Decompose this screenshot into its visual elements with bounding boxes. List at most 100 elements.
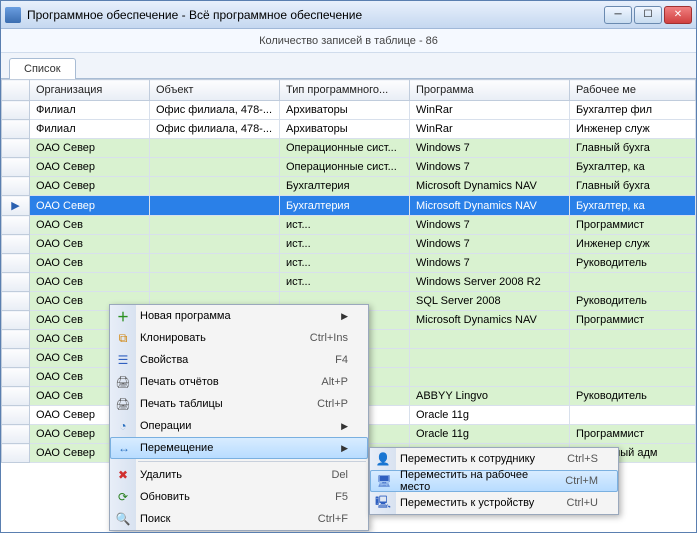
app-window: Программное обеспечение - Всё программно… <box>0 0 697 533</box>
cell: Программист <box>570 425 696 444</box>
row-indicator <box>2 311 30 330</box>
row-indicator: ▶ <box>2 196 30 216</box>
table-row[interactable]: ОАО СеверБухгалтерияMicrosoft Dynamics N… <box>2 177 696 196</box>
row-indicator <box>2 177 30 196</box>
refresh-icon: ⟳ <box>115 489 131 505</box>
close-button[interactable]: ✕ <box>664 6 692 24</box>
record-count-label: Количество записей в таблице - 86 <box>1 29 696 53</box>
submenu-move-employee[interactable]: 👤 Переместить к сотруднику Ctrl+S <box>370 448 618 470</box>
cell: Операционные сист... <box>280 139 410 158</box>
row-indicator <box>2 273 30 292</box>
monitor-icon: 🖥 <box>376 473 392 489</box>
table-row[interactable]: ОАО Севист...Windows 7Инженер служ <box>2 235 696 254</box>
cell: Офис филиала, 478-... <box>150 101 280 120</box>
menu-print-reports[interactable]: 🖨 Печать отчётов Alt+P <box>110 371 368 393</box>
cell <box>150 216 280 235</box>
cell: SQL Server 2008 <box>410 292 570 311</box>
app-icon <box>5 7 21 23</box>
cell: Windows 7 <box>410 216 570 235</box>
menu-refresh[interactable]: ⟳ Обновить F5 <box>110 486 368 508</box>
cell: Oracle 11g <box>410 406 570 425</box>
cell <box>150 139 280 158</box>
cell: Филиал <box>30 101 150 120</box>
table-row[interactable]: ФилиалОфис филиала, 478-...АрхиваторыWin… <box>2 101 696 120</box>
table-row[interactable]: ОАО Севист...Windows 7Руководитель <box>2 254 696 273</box>
cell: Бухгалтерия <box>280 196 410 216</box>
submenu-arrow-icon: ▶ <box>341 311 348 322</box>
row-indicator <box>2 120 30 139</box>
cell: ист... <box>280 254 410 273</box>
menu-search[interactable]: 🔍 Поиск Ctrl+F <box>110 508 368 530</box>
col-workplace[interactable]: Рабочее ме <box>570 80 696 101</box>
row-indicator <box>2 254 30 273</box>
cell <box>570 349 696 368</box>
menu-print-table[interactable]: 🖨 Печать таблицы Ctrl+P <box>110 393 368 415</box>
col-program[interactable]: Программа <box>410 80 570 101</box>
table-row[interactable]: ОАО СеверОперационные сист...Windows 7Гл… <box>2 139 696 158</box>
col-org[interactable]: Организация <box>30 80 150 101</box>
cell: Руководитель <box>570 387 696 406</box>
cell <box>570 406 696 425</box>
cell: Руководитель <box>570 254 696 273</box>
cell <box>150 273 280 292</box>
table-row[interactable]: ▶ОАО СеверБухгалтерияMicrosoft Dynamics … <box>2 196 696 216</box>
cell: Программист <box>570 216 696 235</box>
clone-icon: ⧉ <box>115 330 131 346</box>
cell: ОАО Север <box>30 177 150 196</box>
cell: Windows 7 <box>410 158 570 177</box>
cell <box>410 368 570 387</box>
row-indicator <box>2 292 30 311</box>
cell: ист... <box>280 235 410 254</box>
cell: ОАО Север <box>30 139 150 158</box>
cell: Инженер служ <box>570 120 696 139</box>
cell: Офис филиала, 478-... <box>150 120 280 139</box>
table-row[interactable]: ФилиалОфис филиала, 478-...АрхиваторыWin… <box>2 120 696 139</box>
submenu-arrow-icon: ▶ <box>341 443 348 454</box>
submenu-move-workplace[interactable]: 🖥 Переместить на рабочее место Ctrl+M <box>370 470 618 492</box>
properties-icon: ☰ <box>115 352 131 368</box>
printer-icon: 🖨 <box>115 374 131 390</box>
menu-operations[interactable]: ◔ Операции ▶ <box>110 415 368 437</box>
cell: Архиваторы <box>280 120 410 139</box>
table-row[interactable]: ОАО Севист...Windows Server 2008 R2 <box>2 273 696 292</box>
cell: ОАО Сев <box>30 216 150 235</box>
maximize-button[interactable]: ☐ <box>634 6 662 24</box>
cell: ОАО Сев <box>30 235 150 254</box>
menu-move[interactable]: ↔ Перемещение ▶ <box>110 437 368 459</box>
cell <box>150 254 280 273</box>
cell: WinRar <box>410 101 570 120</box>
titlebar: Программное обеспечение - Всё программно… <box>1 1 696 29</box>
cell: Oracle 11g <box>410 425 570 444</box>
row-indicator <box>2 139 30 158</box>
context-menu: ＋ Новая программа ▶ ⧉ Клонировать Ctrl+I… <box>109 304 369 531</box>
cell: Windows 7 <box>410 254 570 273</box>
cell: Microsoft Dynamics NAV <box>410 196 570 216</box>
col-object[interactable]: Объект <box>150 80 280 101</box>
cell <box>150 177 280 196</box>
minimize-button[interactable]: ─ <box>604 6 632 24</box>
menu-new-program[interactable]: ＋ Новая программа ▶ <box>110 305 368 327</box>
row-indicator <box>2 235 30 254</box>
cell <box>570 330 696 349</box>
table-row[interactable]: ОАО Севист...Windows 7Программист <box>2 216 696 235</box>
row-indicator <box>2 101 30 120</box>
tab-list[interactable]: Список <box>9 58 76 79</box>
submenu-move-device[interactable]: 🖳 Переместить к устройству Ctrl+U <box>370 492 618 514</box>
menu-clone[interactable]: ⧉ Клонировать Ctrl+Ins <box>110 327 368 349</box>
col-indicator[interactable] <box>2 80 30 101</box>
row-indicator <box>2 216 30 235</box>
header-row: Организация Объект Тип программного... П… <box>2 80 696 101</box>
cell: WinRar <box>410 120 570 139</box>
cell <box>570 273 696 292</box>
menu-delete[interactable]: ✖ Удалить Del <box>110 464 368 486</box>
cell: ист... <box>280 273 410 292</box>
table-row[interactable]: ОАО СеверОперационные сист...Windows 7Бу… <box>2 158 696 177</box>
cell: Программист <box>570 311 696 330</box>
col-type[interactable]: Тип программного... <box>280 80 410 101</box>
cell <box>410 330 570 349</box>
submenu-arrow-icon: ▶ <box>341 421 348 432</box>
menu-properties[interactable]: ☰ Свойства F4 <box>110 349 368 371</box>
cell <box>150 158 280 177</box>
cell: Операционные сист... <box>280 158 410 177</box>
row-indicator <box>2 330 30 349</box>
